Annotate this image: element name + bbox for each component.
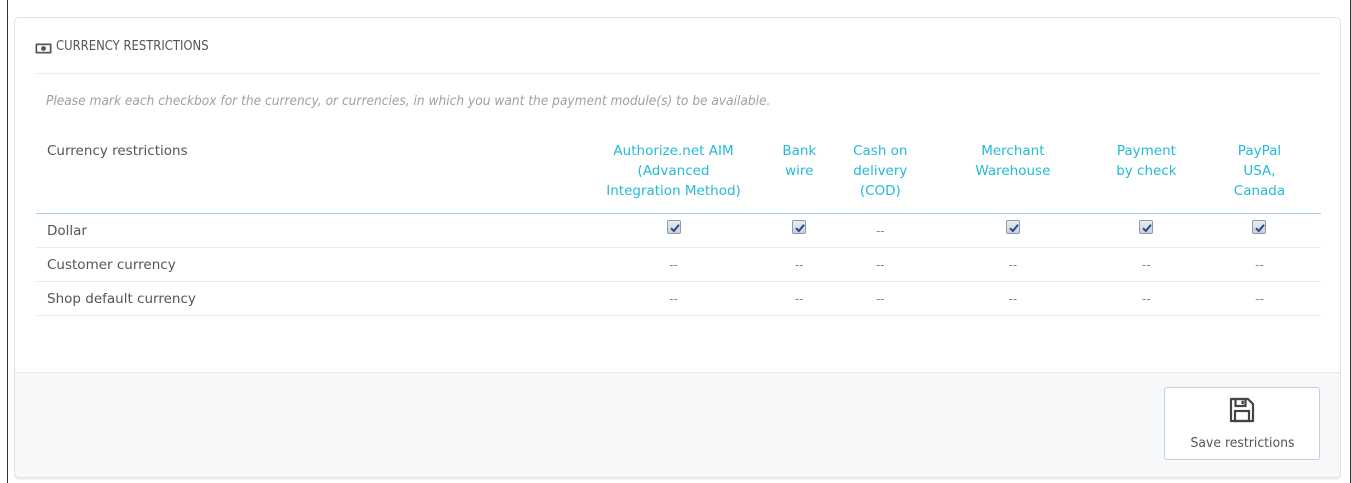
column-header-module: PayPal USA, Canada — [1197, 134, 1321, 214]
unavailable-cell: -- — [930, 247, 1095, 282]
currency-checkbox[interactable] — [792, 220, 807, 234]
checkmark-icon — [1255, 224, 1266, 233]
currency-checkbox[interactable] — [1005, 220, 1020, 234]
unavailable-cell: -- — [768, 281, 830, 316]
unavailable-cell: -- — [1197, 247, 1321, 282]
help-text: Please mark each checkbox for the curren… — [46, 94, 771, 109]
checkbox-cell — [768, 213, 830, 248]
checkbox-cell — [1197, 213, 1321, 248]
column-header-module: Cash on delivery (COD) — [829, 134, 931, 214]
column-header-currency-restrictions: Currency restrictions — [36, 134, 579, 214]
currency-restrictions-panel: CURRENCY RESTRICTIONS Please mark each c… — [14, 17, 1341, 478]
column-header-module: Authorize.net AIM (Advanced Integration … — [578, 134, 769, 214]
column-header-module: Merchant Warehouse — [930, 134, 1095, 214]
unavailable-cell: -- — [930, 281, 1095, 316]
panel-footer: Save restrictions — [15, 372, 1340, 477]
checkbox-cell — [1094, 213, 1198, 248]
checkmark-icon — [795, 224, 806, 233]
unavailable-cell: -- — [1094, 281, 1198, 316]
checkmark-icon — [1009, 224, 1019, 233]
unavailable-cell: -- — [1094, 247, 1198, 282]
unavailable-cell: -- — [578, 281, 769, 316]
panel-title: CURRENCY RESTRICTIONS — [56, 37, 209, 54]
unavailable-cell: -- — [768, 247, 830, 282]
currency-checkbox[interactable] — [1252, 220, 1267, 234]
currency-restrictions-table: Currency restrictions Authorize.net AIM … — [36, 134, 1321, 316]
checkbox-cell — [578, 213, 769, 248]
row-label: Dollar — [36, 213, 579, 248]
table-row: Dollar -- — [36, 213, 1321, 248]
column-header-module: Bank wire — [768, 134, 830, 214]
unavailable-cell: -- — [829, 281, 931, 316]
save-restrictions-button[interactable]: Save restrictions — [1164, 387, 1320, 460]
panel-heading: CURRENCY RESTRICTIONS — [35, 18, 1320, 74]
unavailable-cell: -- — [1197, 281, 1321, 316]
checkmark-icon — [1142, 224, 1153, 233]
column-header-module: Payment by check — [1094, 134, 1198, 214]
window-edge-left — [7, 0, 8, 483]
money-icon — [35, 39, 52, 54]
table-row: Shop default currency -- -- -- -- -- -- — [36, 281, 1321, 316]
floppy-disk-icon — [1229, 397, 1255, 427]
checkmark-icon — [669, 224, 680, 233]
table-header-row: Currency restrictions Authorize.net AIM … — [36, 134, 1321, 214]
unavailable-cell: -- — [578, 247, 769, 282]
checkbox-cell — [930, 213, 1095, 248]
unavailable-cell: -- — [829, 247, 931, 282]
row-label: Shop default currency — [36, 281, 579, 316]
save-restrictions-label: Save restrictions — [1190, 435, 1294, 451]
table-row: Customer currency -- -- -- -- -- -- — [36, 247, 1321, 282]
currency-checkbox[interactable] — [1139, 220, 1154, 234]
unavailable-cell: -- — [829, 213, 931, 248]
currency-checkbox[interactable] — [666, 220, 681, 234]
row-label: Customer currency — [36, 247, 579, 282]
